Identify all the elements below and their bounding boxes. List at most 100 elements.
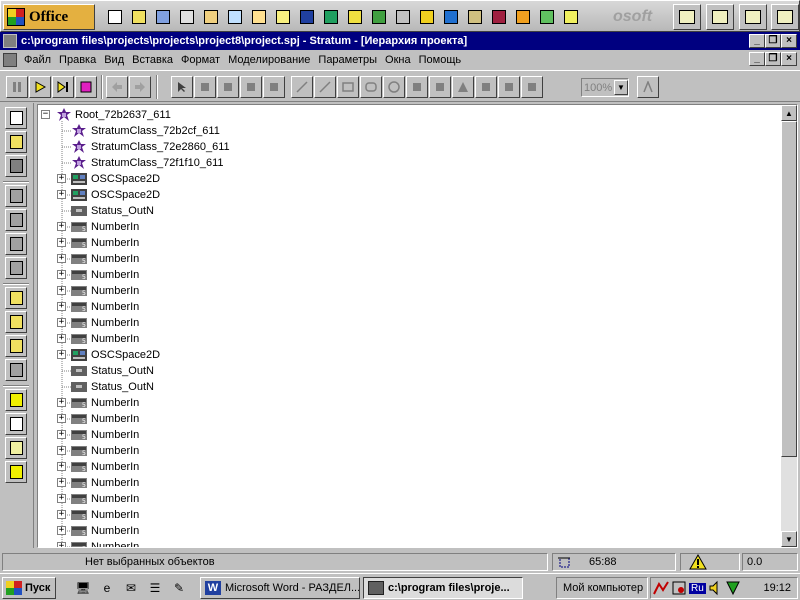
tree-item-label[interactable]: NumberIn [91,219,139,235]
step-button[interactable] [52,76,74,98]
tree-item-expand-toggle[interactable]: + [57,334,66,343]
stratum-app-icon[interactable] [3,34,17,48]
tree-item-label[interactable]: Status_OutN [91,363,154,379]
forward-button[interactable] [129,76,151,98]
tree-item-expand-toggle[interactable]: + [57,318,66,327]
tree-item-expand-toggle[interactable]: + [57,302,66,311]
tree-item-expand-toggle[interactable]: + [57,350,66,359]
office-word-button[interactable] [296,6,317,27]
tree-item-label[interactable]: NumberIn [91,475,139,491]
tree-item-label[interactable]: NumberIn [91,299,139,315]
ungroup-tool-button[interactable] [240,76,262,98]
save-file-button[interactable] [5,155,27,177]
tree-item-label[interactable]: NumberIn [91,411,139,427]
group-tool-button[interactable] [217,76,239,98]
tree-item-label[interactable]: NumberIn [91,443,139,459]
tree-item-label[interactable]: Status_OutN [91,379,154,395]
office-bookshelf-button[interactable] [464,6,485,27]
export-class-button[interactable] [5,311,27,333]
project-hierarchy-tree[interactable]: − Root_72b2637_611 StratumClass_72b2cf_611… [37,104,798,548]
notes-button[interactable] [5,461,27,483]
tree-item-label[interactable]: NumberIn [91,251,139,267]
text-tool-button[interactable] [452,76,474,98]
tree-item-label[interactable]: Status_OutN [91,203,154,219]
menu-item-5[interactable]: Моделирование [224,54,314,66]
tree-item-label[interactable]: OSCSpace2D [91,187,160,203]
office-excel-button[interactable] [320,6,341,27]
chevron-down-icon[interactable]: ▼ [614,80,628,95]
tree-item-label[interactable]: NumberIn [91,395,139,411]
office-contacts-button[interactable] [224,6,245,27]
pause-button[interactable] [6,76,28,98]
tree-item-label[interactable]: NumberIn [91,539,139,547]
polyline-tool-button[interactable] [314,76,336,98]
arc-tool-button[interactable] [406,76,428,98]
task-word[interactable]: W Microsoft Word - РАЗДЕЛ... [200,577,360,599]
window-title-bar[interactable]: c:\program files\projects\projects\proje… [0,32,800,50]
office-paint-button[interactable] [512,6,533,27]
tree-item-expand-toggle[interactable]: + [57,286,66,295]
line-tool-button[interactable] [291,76,313,98]
run-button[interactable] [29,76,51,98]
minimize-button[interactable]: _ [749,34,765,48]
layers-tool-button[interactable] [263,76,285,98]
tree-item-expand-toggle[interactable]: + [57,174,66,183]
restore-button[interactable]: ❐ [765,34,781,48]
tree-class-label[interactable]: StratumClass_72b2cf_611 [91,123,220,139]
stop-button[interactable] [75,76,97,98]
tree-item-expand-toggle[interactable]: + [57,510,66,519]
language-indicator[interactable]: Ru [689,582,706,594]
office-desktop-button[interactable] [673,4,701,30]
open-file-button[interactable] [5,131,27,153]
tree-item-label[interactable]: NumberIn [91,283,139,299]
tree-item-expand-toggle[interactable]: + [57,462,66,471]
select-arrow-tool-button[interactable] [171,76,193,98]
tree-item-expand-toggle[interactable]: + [57,190,66,199]
magnifier-tool-button[interactable] [521,76,543,98]
task-monitor-icon[interactable] [725,580,741,596]
root-collapse-toggle[interactable]: − [41,110,50,119]
document-restore-button[interactable]: ❐ [765,52,781,66]
tree-item-expand-toggle[interactable]: + [57,238,66,247]
link-tool-button[interactable] [194,76,216,98]
office-answer-wizard-button[interactable] [344,6,365,27]
menu-item-4[interactable]: Формат [177,54,224,66]
tree-item-label[interactable]: NumberIn [91,491,139,507]
tree-item-label[interactable]: NumberIn [91,331,139,347]
scroll-up-button[interactable]: ▲ [781,105,797,121]
vertical-scrollbar[interactable]: ▲ ▼ [781,105,797,547]
tree-item-expand-toggle[interactable]: + [57,542,66,547]
document-minimize-button[interactable]: _ [749,52,765,66]
volume-icon[interactable] [708,580,724,596]
tree-item-label[interactable]: NumberIn [91,315,139,331]
tree-item-expand-toggle[interactable]: + [57,270,66,279]
zoom-select[interactable]: 100% ▼ [581,78,629,97]
menu-item-8[interactable]: Помощь [415,54,466,66]
tree-item-label[interactable]: OSCSpace2D [91,347,160,363]
menu-item-1[interactable]: Правка [55,54,100,66]
scroll-thumb[interactable] [781,121,797,457]
tree-item-expand-toggle[interactable]: + [57,430,66,439]
tree-item-expand-toggle[interactable]: + [57,446,66,455]
tree-item-expand-toggle[interactable]: + [57,414,66,423]
menu-item-6[interactable]: Параметры [314,54,381,66]
office-outlook-button[interactable] [152,6,173,27]
round-rect-tool-button[interactable] [360,76,382,98]
class-properties-button[interactable] [5,335,27,357]
tree-item-expand-toggle[interactable]: + [57,254,66,263]
office-find-button[interactable] [416,6,437,27]
office-internet-explorer-button[interactable] [440,6,461,27]
info-button[interactable] [5,389,27,411]
rectangle-tool-button[interactable] [337,76,359,98]
menu-item-3[interactable]: Вставка [128,54,177,66]
tree-class-label[interactable]: StratumClass_72f1f10_611 [91,155,224,171]
tray-app-icon[interactable] [671,580,687,596]
tree-item-label[interactable]: NumberIn [91,267,139,283]
new-file-button[interactable] [5,107,27,129]
office-help-button[interactable] [560,6,581,27]
delete-button[interactable] [5,185,27,207]
office-journal-button[interactable] [248,6,269,27]
copy-button[interactable] [5,233,27,255]
tree-item-label[interactable]: NumberIn [91,427,139,443]
tree-item-label[interactable]: NumberIn [91,523,139,539]
